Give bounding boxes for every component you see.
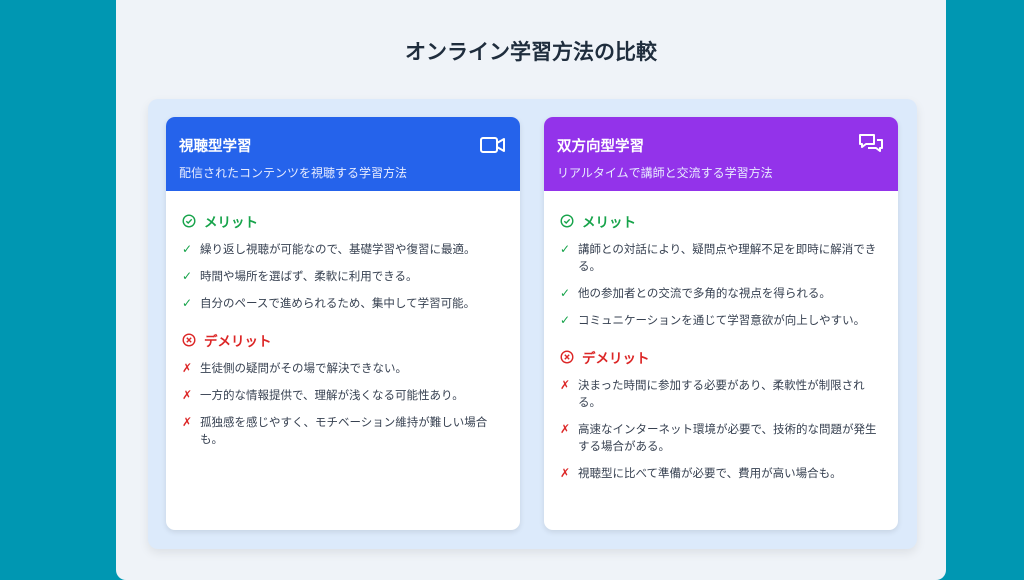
card-header: 双方向型学習 リアルタイムで講師と交流する学習方法 bbox=[544, 117, 898, 191]
card-title: 双方向型学習 bbox=[557, 139, 644, 155]
card-subtitle: リアルタイムで講師と交流する学習方法 bbox=[557, 166, 773, 180]
list-item: ✗ 決まった時間に参加する必要があり、柔軟性が制限される。 bbox=[560, 378, 865, 409]
x-circle-icon bbox=[560, 350, 574, 364]
check-mark-icon: ✓ bbox=[182, 242, 193, 256]
chat-bubbles-icon bbox=[859, 134, 883, 152]
demerit-list: ✗ 決まった時間に参加する必要があり、柔軟性が制限される。 ✗ 高速なインターネット… bbox=[560, 377, 880, 482]
demerit-list: ✗ 生徒側の疑問がその場で解決できない。 ✗ 一方的な情報提供で、理解が浅くなる可能… bbox=[182, 360, 502, 448]
check-mark-icon: ✓ bbox=[560, 242, 571, 256]
card-interactive-learning: 双方向型学習 リアルタイムで講師と交流する学習方法 メリット ✓ 講師との対話によ… bbox=[544, 117, 898, 530]
check-mark-icon: ✓ bbox=[182, 296, 193, 310]
list-item: ✗ 孤独感を感じやすく、モチベーション維持が難しい場合も。 bbox=[182, 415, 488, 446]
card-title: 視聴型学習 bbox=[179, 139, 252, 155]
merit-heading: メリット bbox=[560, 211, 880, 231]
list-item: ✓ 時間や場所を選ばず、柔軟に利用できる。 bbox=[182, 269, 418, 283]
check-circle-icon bbox=[560, 214, 574, 228]
page-title: オンライン学習方法の比較 bbox=[405, 40, 657, 64]
x-circle-icon bbox=[182, 333, 196, 347]
demerit-label: デメリット bbox=[582, 351, 650, 367]
cross-mark-icon: ✗ bbox=[560, 422, 571, 436]
cross-mark-icon: ✗ bbox=[182, 388, 193, 402]
check-mark-icon: ✓ bbox=[182, 269, 193, 283]
list-item: ✗ 一方的な情報提供で、理解が浅くなる可能性あり。 bbox=[182, 388, 464, 402]
merit-label: メリット bbox=[582, 215, 636, 231]
merit-list: ✓ 繰り返し視聴が可能なので、基礎学習や復習に最適。 ✓ 時間や場所を選ばず、柔軟に… bbox=[182, 241, 502, 312]
list-item: ✗ 視聴型に比べて準備が必要で、費用が高い場合も。 bbox=[560, 466, 842, 480]
check-mark-icon: ✓ bbox=[560, 313, 571, 327]
demerit-label: デメリット bbox=[204, 334, 272, 350]
list-item: ✓ 講師との対話により、疑問点や理解不足を即時に解消できる。 bbox=[560, 242, 877, 273]
check-mark-icon: ✓ bbox=[560, 286, 571, 300]
merit-list: ✓ 講師との対話により、疑問点や理解不足を即時に解消できる。 ✓ 他の参加者との交流… bbox=[560, 241, 880, 329]
cross-mark-icon: ✗ bbox=[560, 466, 571, 480]
list-item: ✗ 高速なインターネット環境が必要で、技術的な問題が発生する場合がある。 bbox=[560, 422, 877, 453]
list-item: ✓ 自分のペースで進められるため、集中して学習可能。 bbox=[182, 296, 476, 310]
cross-mark-icon: ✗ bbox=[182, 361, 193, 375]
cross-mark-icon: ✗ bbox=[182, 415, 193, 429]
list-item: ✓ コミュニケーションを通じて学習意欲が向上しやすい。 bbox=[560, 313, 866, 327]
card-subtitle: 配信されたコンテンツを視聴する学習方法 bbox=[179, 166, 408, 180]
merit-label: メリット bbox=[204, 215, 258, 231]
card-viewing-learning: 視聴型学習 配信されたコンテンツを視聴する学習方法 メリット ✓ 繰り返し視聴が可… bbox=[166, 117, 520, 530]
cross-mark-icon: ✗ bbox=[560, 378, 571, 392]
video-camera-icon bbox=[480, 137, 505, 153]
demerit-heading: デメリット bbox=[182, 330, 502, 350]
check-circle-icon bbox=[182, 214, 196, 228]
comparison-container: 視聴型学習 配信されたコンテンツを視聴する学習方法 メリット ✓ 繰り返し視聴が可… bbox=[148, 99, 917, 549]
demerit-heading: デメリット bbox=[560, 347, 880, 367]
list-item: ✓ 他の参加者との交流で多角的な視点を得られる。 bbox=[560, 286, 831, 300]
list-item: ✓ 繰り返し視聴が可能なので、基礎学習や復習に最適。 bbox=[182, 242, 476, 256]
main-panel: オンライン学習方法の比較 視聴型学習 配信されたコンテンツを視聴する学習方法 メ… bbox=[116, 0, 946, 580]
card-header: 視聴型学習 配信されたコンテンツを視聴する学習方法 bbox=[166, 117, 520, 191]
merit-heading: メリット bbox=[182, 211, 502, 231]
list-item: ✗ 生徒側の疑問がその場で解決できない。 bbox=[182, 361, 407, 375]
